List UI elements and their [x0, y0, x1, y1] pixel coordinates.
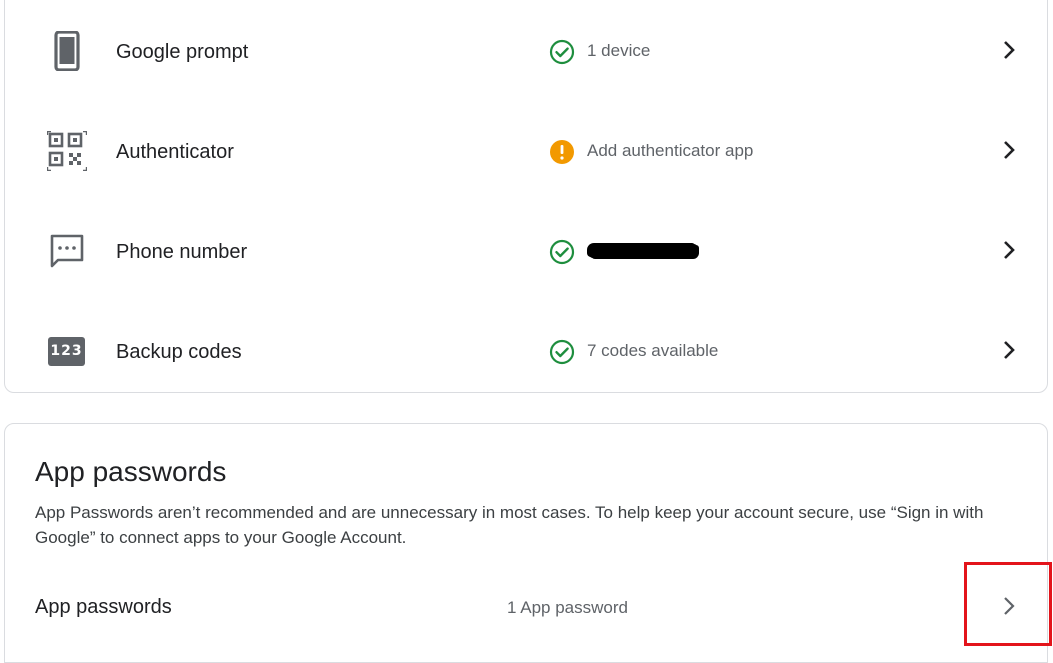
app-passwords-row-label: App passwords — [35, 596, 172, 618]
app-passwords-description: App Passwords aren’t recommended and are… — [35, 503, 984, 547]
authenticator-row[interactable]: Authenticator Add authenticator app — [5, 101, 1049, 201]
app-passwords-row[interactable]: App passwords 1 App password — [5, 574, 1049, 634]
check-circle-icon — [549, 339, 575, 365]
warning-icon — [550, 140, 574, 164]
app-passwords-title: App passwords — [35, 456, 227, 487]
highlight-box — [964, 562, 1052, 646]
phone-number-row[interactable]: Phone number — [5, 201, 1049, 301]
chevron-right-icon — [1004, 41, 1015, 59]
two-step-methods-card: Google prompt 1 device Authenticator Add… — [4, 0, 1048, 393]
backup-codes-label: Backup codes — [116, 341, 242, 363]
check-circle-icon — [549, 39, 575, 65]
redacted-phone-number — [589, 244, 697, 258]
backup-codes-status: 7 codes available — [587, 341, 719, 360]
backup-codes-icon: 123 — [48, 337, 85, 366]
google-prompt-row[interactable]: Google prompt 1 device — [5, 1, 1049, 101]
chevron-right-icon — [1004, 241, 1015, 259]
check-circle-icon — [549, 239, 575, 265]
phone-number-label: Phone number — [116, 241, 248, 263]
authenticator-status: Add authenticator app — [587, 141, 754, 160]
authenticator-label: Authenticator — [116, 141, 234, 163]
google-prompt-status: 1 device — [587, 41, 651, 60]
chevron-right-icon — [1004, 341, 1015, 359]
phone-icon — [54, 31, 80, 71]
app-passwords-card: App passwords App Passwords aren’t recom… — [4, 423, 1048, 663]
chevron-right-icon — [1004, 141, 1015, 159]
backup-codes-icon-text: 123 — [50, 343, 83, 359]
qr-code-icon — [47, 131, 87, 171]
sms-icon — [50, 234, 84, 268]
google-prompt-label: Google prompt — [116, 41, 249, 63]
backup-codes-row[interactable]: 123 Backup codes 7 codes available — [5, 301, 1049, 401]
app-passwords-count: 1 App password — [507, 598, 628, 617]
